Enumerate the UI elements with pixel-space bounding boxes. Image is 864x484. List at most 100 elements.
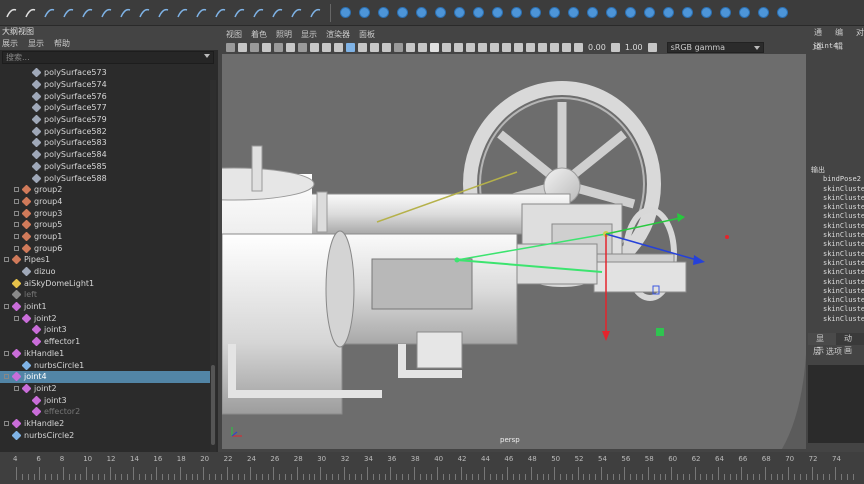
channel-menu-item[interactable]: 对 bbox=[856, 26, 864, 40]
outliner-menu-item[interactable]: 帮助 bbox=[54, 38, 70, 50]
output-node[interactable]: skinCluste bbox=[811, 194, 864, 203]
outliner-item-effector1[interactable]: effector1 bbox=[0, 336, 210, 348]
viewport-menu-item[interactable]: 视图 bbox=[226, 29, 242, 40]
outliner-item-group3[interactable]: group3 bbox=[0, 207, 210, 219]
viewport-tool-icon[interactable] bbox=[574, 42, 583, 52]
viewport-tool-icon[interactable] bbox=[250, 42, 259, 52]
expand-toggle-icon[interactable] bbox=[14, 233, 19, 239]
mirror-icon[interactable] bbox=[756, 5, 771, 20]
gamma-value[interactable]: 1.00 bbox=[625, 43, 643, 52]
curve-tool-icon[interactable] bbox=[270, 5, 285, 20]
scrollbar-thumb[interactable] bbox=[211, 365, 215, 445]
pencil-curve-icon[interactable] bbox=[80, 5, 95, 20]
cone-icon[interactable] bbox=[395, 5, 410, 20]
viewport-tool-icon[interactable] bbox=[406, 42, 415, 52]
outliner-menu-item[interactable]: 显示 bbox=[28, 38, 44, 50]
output-node[interactable]: skinCluste bbox=[811, 231, 864, 240]
expand-toggle-icon[interactable] bbox=[14, 385, 19, 391]
outliner-item-nurbsCircle2[interactable]: nurbsCircle2 bbox=[0, 429, 210, 441]
viewport-tool-icon[interactable] bbox=[442, 42, 451, 52]
outliner-search-input[interactable]: 搜索... bbox=[2, 51, 214, 64]
output-node[interactable]: skinCluste bbox=[811, 296, 864, 305]
viewport-menu-item[interactable]: 渲染器 bbox=[326, 29, 350, 40]
arc-icon[interactable] bbox=[99, 5, 114, 20]
outliner-scrollbar[interactable] bbox=[210, 80, 216, 452]
expand-toggle-icon[interactable] bbox=[4, 350, 9, 356]
channel-menu-item[interactable]: 通道 bbox=[814, 26, 827, 51]
plane-icon[interactable] bbox=[414, 5, 429, 20]
viewport-tool-icon[interactable] bbox=[382, 42, 391, 52]
soccer-ball-icon[interactable] bbox=[585, 5, 600, 20]
viewport-tool-icon[interactable] bbox=[538, 42, 547, 52]
outliner-item-joint2[interactable]: joint2 bbox=[0, 383, 210, 395]
colorspace-icon[interactable] bbox=[647, 42, 657, 52]
outliner-item-joint3[interactable]: joint3 bbox=[0, 394, 210, 406]
disc-icon[interactable] bbox=[452, 5, 467, 20]
outliner-menu-item[interactable]: 展示 bbox=[2, 38, 18, 50]
viewport-tool-icon[interactable] bbox=[358, 42, 367, 52]
bridge-icon[interactable] bbox=[680, 5, 695, 20]
layer-menu-item[interactable]: 层 bbox=[813, 345, 821, 359]
viewport-tool-icon[interactable] bbox=[394, 42, 403, 52]
outliner-item-polySurface585[interactable]: polySurface585 bbox=[0, 161, 210, 173]
outliner-item-group5[interactable]: group5 bbox=[0, 219, 210, 231]
ep-curve-icon[interactable] bbox=[61, 5, 76, 20]
viewport-tool-icon[interactable] bbox=[502, 42, 511, 52]
output-node[interactable]: skinCluste bbox=[811, 185, 864, 194]
platonic-icon[interactable] bbox=[471, 5, 486, 20]
viewport-tool-icon[interactable] bbox=[346, 42, 355, 52]
output-node[interactable]: skinCluste bbox=[811, 278, 864, 287]
expand-toggle-icon[interactable] bbox=[4, 374, 9, 380]
square-select-icon[interactable] bbox=[23, 5, 38, 20]
circle-icon[interactable] bbox=[175, 5, 190, 20]
viewport-tool-icon[interactable] bbox=[298, 42, 307, 52]
viewport-tool-icon[interactable] bbox=[274, 42, 283, 52]
viewport-tool-icon[interactable] bbox=[430, 42, 439, 52]
viewport-3d[interactable]: persp bbox=[222, 54, 806, 449]
curve-tool-icon[interactable] bbox=[42, 5, 57, 20]
outliner-item-polySurface582[interactable]: polySurface582 bbox=[0, 125, 210, 137]
output-node[interactable]: skinCluste bbox=[811, 268, 864, 277]
smooth-icon[interactable] bbox=[642, 5, 657, 20]
output-node[interactable]: skinCluste bbox=[811, 240, 864, 249]
outliner-item-polySurface588[interactable]: polySurface588 bbox=[0, 172, 210, 184]
viewport-tool-icon[interactable] bbox=[418, 42, 427, 52]
helix-icon[interactable] bbox=[547, 5, 562, 20]
expand-toggle-icon[interactable] bbox=[14, 245, 19, 251]
pyramid-icon[interactable] bbox=[490, 5, 505, 20]
curve-tool-icon[interactable] bbox=[308, 5, 323, 20]
outliner-item-polySurface576[interactable]: polySurface576 bbox=[0, 90, 210, 102]
outliner-item-polySurface583[interactable]: polySurface583 bbox=[0, 137, 210, 149]
prism-icon[interactable] bbox=[509, 5, 524, 20]
layer-tab[interactable]: 显示 bbox=[808, 333, 836, 355]
square-icon[interactable] bbox=[4, 5, 19, 20]
torus-icon[interactable] bbox=[433, 5, 448, 20]
outliner-item-effector2[interactable]: effector2 bbox=[0, 406, 210, 418]
chevron-down-icon[interactable] bbox=[753, 45, 760, 50]
curve-tool-icon[interactable] bbox=[251, 5, 266, 20]
spiral-icon[interactable] bbox=[156, 5, 171, 20]
expand-toggle-icon[interactable] bbox=[4, 304, 9, 310]
outliner-item-nurbsCircle1[interactable]: nurbsCircle1 bbox=[0, 359, 210, 371]
bevel-icon[interactable] bbox=[661, 5, 676, 20]
output-node[interactable]: skinCluste bbox=[811, 203, 864, 212]
output-node[interactable]: bindPose2 bbox=[811, 175, 864, 184]
pipe-icon[interactable] bbox=[528, 5, 543, 20]
output-node[interactable]: skinCluste bbox=[811, 315, 864, 324]
outliner-item-joint1[interactable]: joint1 bbox=[0, 301, 210, 313]
expand-toggle-icon[interactable] bbox=[14, 222, 19, 228]
sculpt-icon[interactable] bbox=[775, 5, 790, 20]
time-slider[interactable]: 4 6 8 10 12 14 16 18 20 22 24 26 28 30 32 34 36 38 40 42 44 4… bbox=[0, 452, 864, 484]
outliner-item-polySurface577[interactable]: polySurface577 bbox=[0, 102, 210, 114]
curve-icon[interactable] bbox=[118, 5, 133, 20]
layer-tab[interactable]: 动画 bbox=[836, 333, 864, 355]
expand-toggle-icon[interactable] bbox=[4, 257, 9, 263]
outliner-item-dizuo[interactable]: dizuo bbox=[0, 266, 210, 278]
sphere-icon[interactable] bbox=[338, 5, 353, 20]
outliner-item-left[interactable]: left bbox=[0, 289, 210, 301]
exposure-value[interactable]: 0.00 bbox=[588, 43, 606, 52]
outliner-item-polySurface584[interactable]: polySurface584 bbox=[0, 149, 210, 161]
bezier-icon[interactable] bbox=[137, 5, 152, 20]
outliner-item-ikHandle1[interactable]: ikHandle1 bbox=[0, 348, 210, 360]
outliner-item-joint3[interactable]: joint3 bbox=[0, 324, 210, 336]
